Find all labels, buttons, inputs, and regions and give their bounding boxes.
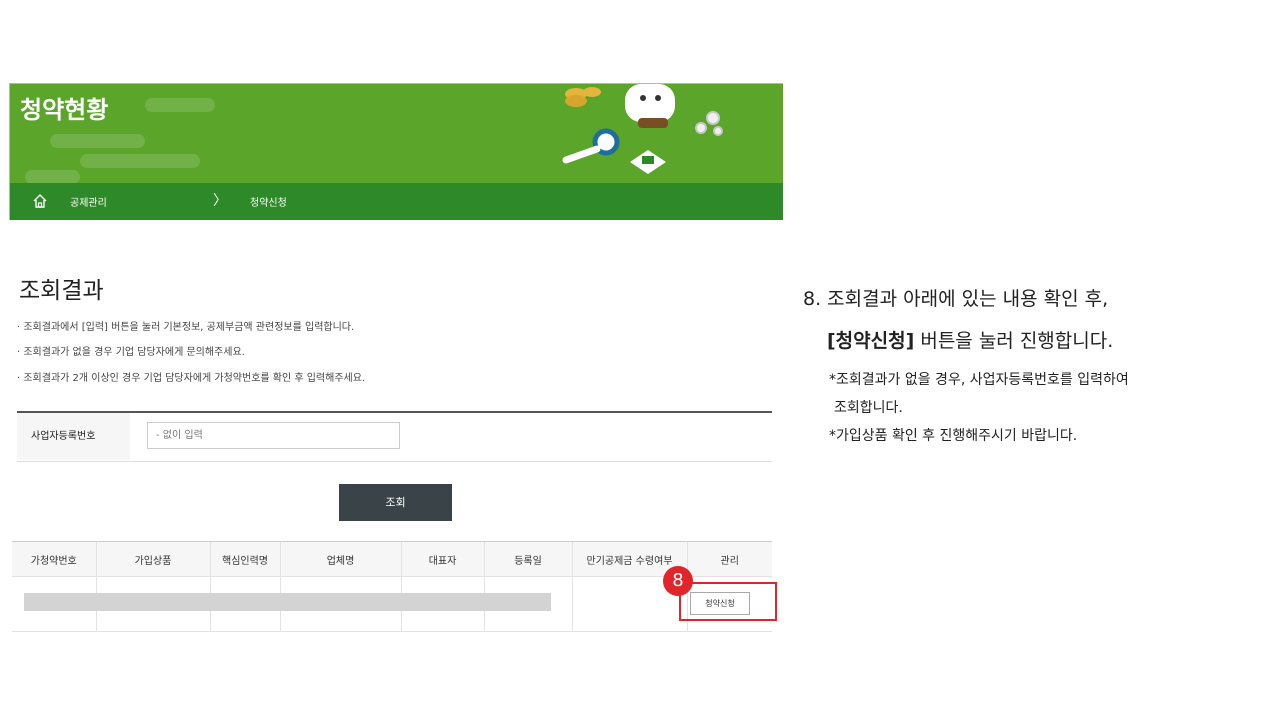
- instruction-note: 조회합니다.: [834, 400, 903, 416]
- table-header-row: 가청약번호 가입상품 핵심인력명 업체명 대표자 등록일 만기공제금 수령여부 …: [12, 541, 772, 577]
- guide-note: · 조회결과에서 [입력] 버튼을 눌러 기본정보, 공제부금액 관련정보를 입…: [17, 322, 355, 333]
- instruction-action-text: 버튼을 눌러 진행합니다.: [914, 330, 1114, 352]
- instruction-note: *조회결과가 없을 경우, 사업자등록번호를 입력하여: [829, 372, 1129, 388]
- guide-note: · 조회결과가 2개 이상인 경우 기업 담당자에게 가청약번호를 확인 후 입…: [17, 373, 366, 384]
- step-number-badge: 8: [663, 566, 693, 596]
- chevron-right-icon: 〉: [213, 193, 227, 209]
- breadcrumb-item-deduction-management[interactable]: 공제관리: [70, 194, 107, 209]
- business-number-input[interactable]: [147, 422, 400, 449]
- page-title: 청약현황: [20, 96, 109, 124]
- home-icon[interactable]: [32, 193, 48, 209]
- banner-decoration: [25, 170, 80, 184]
- column-header: 등록일: [483, 541, 572, 577]
- column-header: 업체명: [279, 541, 401, 577]
- instruction-action: [청약신청] 버튼을 눌러 진행합니다.: [803, 326, 1273, 356]
- column-header: 관리: [686, 541, 772, 577]
- banner-decoration: [80, 154, 200, 168]
- instruction-note: *가입상품 확인 후 진행해주시기 바랍니다.: [829, 428, 1078, 444]
- instruction-button-name: [청약신청]: [827, 330, 915, 352]
- instruction-step: 8. 조회결과 아래에 있는 내용 확인 후,: [803, 288, 1109, 310]
- banner-illustration: [562, 84, 723, 174]
- search-button[interactable]: 조회: [339, 484, 452, 521]
- column-header: 대표자: [400, 541, 484, 577]
- column-header: 가입상품: [95, 541, 210, 577]
- breadcrumb-item-subscription-application[interactable]: 청약신청: [250, 194, 287, 209]
- breadcrumb: 공제관리 〉 청약신청: [9, 183, 783, 220]
- column-header: 가청약번호: [12, 541, 96, 577]
- search-form: 사업자등록번호: [17, 411, 772, 462]
- redacted-row-content: [24, 593, 551, 611]
- banner-decoration: [50, 134, 145, 148]
- page-banner: 청약현황: [9, 83, 783, 184]
- banner-decoration: [145, 98, 215, 112]
- column-header: 핵심인력명: [209, 541, 280, 577]
- section-title: 조회결과: [19, 278, 104, 304]
- instruction-panel: 8. 조회결과 아래에 있는 내용 확인 후, [청약신청] 버튼을 눌러 진행…: [803, 284, 1273, 446]
- highlight-box: [679, 582, 777, 621]
- guide-note: · 조회결과가 없을 경우 기업 담당자에게 문의해주세요.: [17, 347, 245, 358]
- results-table: 가청약번호 가입상품 핵심인력명 업체명 대표자 등록일 만기공제금 수령여부 …: [12, 541, 772, 632]
- business-number-label: 사업자등록번호: [17, 413, 130, 460]
